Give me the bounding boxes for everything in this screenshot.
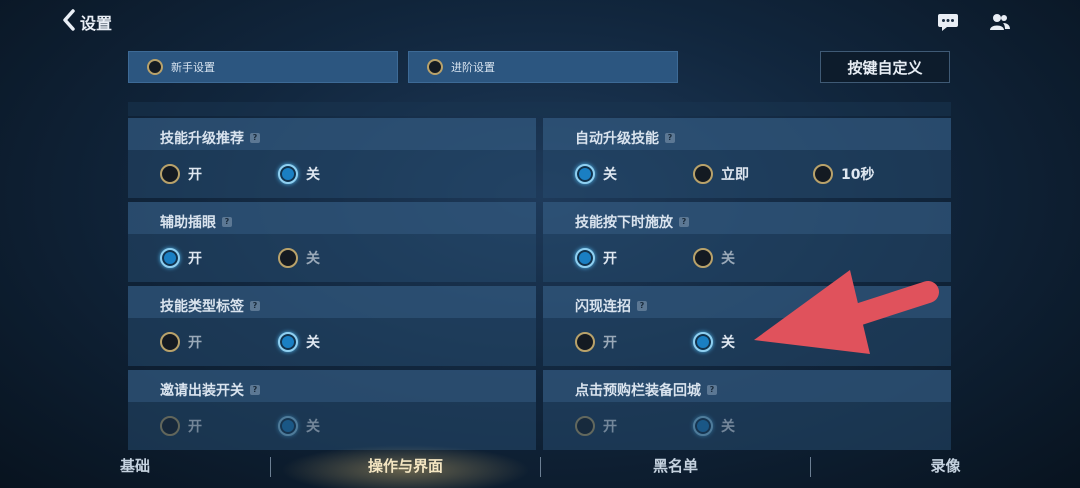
radio-icon <box>147 59 163 75</box>
radio-icon <box>427 59 443 75</box>
option-off[interactable]: 关 <box>693 415 735 437</box>
setting-title: 邀请出装开关 <box>160 383 244 399</box>
setting-title: 点击预购栏装备回城 <box>575 383 701 399</box>
option-label: 关 <box>603 167 617 183</box>
option-label: 开 <box>188 419 202 435</box>
option-label: 开 <box>188 335 202 351</box>
setting-skill-upgrade-recommend: 技能升级推荐 ? 开 关 <box>128 118 536 198</box>
option-label: 开 <box>603 335 617 351</box>
option-immediate[interactable]: 立即 <box>693 163 749 185</box>
option-on[interactable]: 开 <box>575 415 617 437</box>
mode-tab-label: 新手设置 <box>171 61 215 74</box>
option-label: 关 <box>721 335 735 351</box>
mode-tab-advanced[interactable]: 进阶设置 <box>408 51 678 83</box>
option-label: 关 <box>721 419 735 435</box>
mode-tab-beginner[interactable]: 新手设置 <box>128 51 398 83</box>
help-icon[interactable]: ? <box>707 385 717 395</box>
option-on[interactable]: 开 <box>575 331 617 353</box>
option-label: 关 <box>721 251 735 267</box>
help-icon[interactable]: ? <box>250 385 260 395</box>
help-icon[interactable]: ? <box>250 301 260 311</box>
option-label: 10秒 <box>841 167 875 183</box>
radio-selected-icon <box>693 416 713 436</box>
radio-selected-icon <box>278 164 298 184</box>
option-label: 立即 <box>721 167 749 183</box>
option-label: 开 <box>603 419 617 435</box>
custom-keys-button[interactable]: 按键自定义 <box>820 51 950 83</box>
option-label: 关 <box>306 167 320 183</box>
option-off[interactable]: 关 <box>278 247 320 269</box>
annotation-arrow-icon <box>754 270 939 354</box>
chevron-left-icon <box>62 9 76 35</box>
setting-title: 技能按下时施放 <box>575 215 673 231</box>
option-on[interactable]: 开 <box>160 415 202 437</box>
radio-selected-icon <box>575 248 595 268</box>
chat-icon[interactable] <box>936 10 960 34</box>
nav-controls-ui[interactable]: 操作与界面 <box>271 443 540 488</box>
setting-preorder-recall: 点击预购栏装备回城 ? 开 关 <box>543 370 951 450</box>
setting-title: 技能升级推荐 <box>160 131 244 147</box>
radio-icon <box>278 248 298 268</box>
radio-icon <box>693 164 713 184</box>
nav-replay[interactable]: 录像 <box>811 443 1080 488</box>
option-off[interactable]: 关 <box>278 331 320 353</box>
option-off[interactable]: 关 <box>575 163 617 185</box>
option-label: 开 <box>188 251 202 267</box>
help-icon[interactable]: ? <box>250 133 260 143</box>
radio-selected-icon <box>278 416 298 436</box>
help-icon[interactable]: ? <box>665 133 675 143</box>
setting-assist-ward: 辅助插眼 ? 开 关 <box>128 202 536 282</box>
option-on[interactable]: 开 <box>160 247 202 269</box>
option-off[interactable]: 关 <box>693 331 735 353</box>
setting-title: 闪现连招 <box>575 299 631 315</box>
nav-basic[interactable]: 基础 <box>0 443 270 488</box>
radio-icon <box>160 416 180 436</box>
setting-title: 辅助插眼 <box>160 215 216 231</box>
setting-auto-upgrade-skill: 自动升级技能 ? 关 立即 10秒 <box>543 118 951 198</box>
option-off[interactable]: 关 <box>693 247 735 269</box>
page-title: 设置 <box>80 14 113 33</box>
radio-selected-icon <box>278 332 298 352</box>
radio-icon <box>813 164 833 184</box>
radio-icon <box>575 416 595 436</box>
radio-selected-icon <box>160 248 180 268</box>
option-on[interactable]: 开 <box>160 163 202 185</box>
radio-selected-icon <box>575 164 595 184</box>
help-icon[interactable]: ? <box>679 217 689 227</box>
option-label: 开 <box>188 167 202 183</box>
setting-invite-build: 邀请出装开关 ? 开 关 <box>128 370 536 450</box>
option-label: 开 <box>603 251 617 267</box>
grid-divider <box>128 102 951 116</box>
friends-icon[interactable] <box>988 10 1012 34</box>
radio-icon <box>160 164 180 184</box>
radio-icon <box>693 248 713 268</box>
option-on[interactable]: 开 <box>160 331 202 353</box>
help-icon[interactable]: ? <box>222 217 232 227</box>
option-label: 关 <box>306 419 320 435</box>
back-button[interactable]: 设置 <box>62 8 112 36</box>
bottom-nav: 基础 操作与界面 黑名单 录像 <box>0 443 1080 488</box>
option-label: 关 <box>306 251 320 267</box>
radio-icon <box>575 332 595 352</box>
option-off[interactable]: 关 <box>278 415 320 437</box>
radio-icon <box>160 332 180 352</box>
help-icon[interactable]: ? <box>637 301 647 311</box>
radio-selected-icon <box>693 332 713 352</box>
setting-title: 技能类型标签 <box>160 299 244 315</box>
mode-tab-label: 进阶设置 <box>451 61 495 74</box>
nav-blacklist[interactable]: 黑名单 <box>541 443 810 488</box>
option-label: 关 <box>306 335 320 351</box>
option-10s[interactable]: 10秒 <box>813 163 874 185</box>
option-on[interactable]: 开 <box>575 247 617 269</box>
setting-title: 自动升级技能 <box>575 131 659 147</box>
setting-skill-type-tag: 技能类型标签 ? 开 关 <box>128 286 536 366</box>
option-off[interactable]: 关 <box>278 163 320 185</box>
